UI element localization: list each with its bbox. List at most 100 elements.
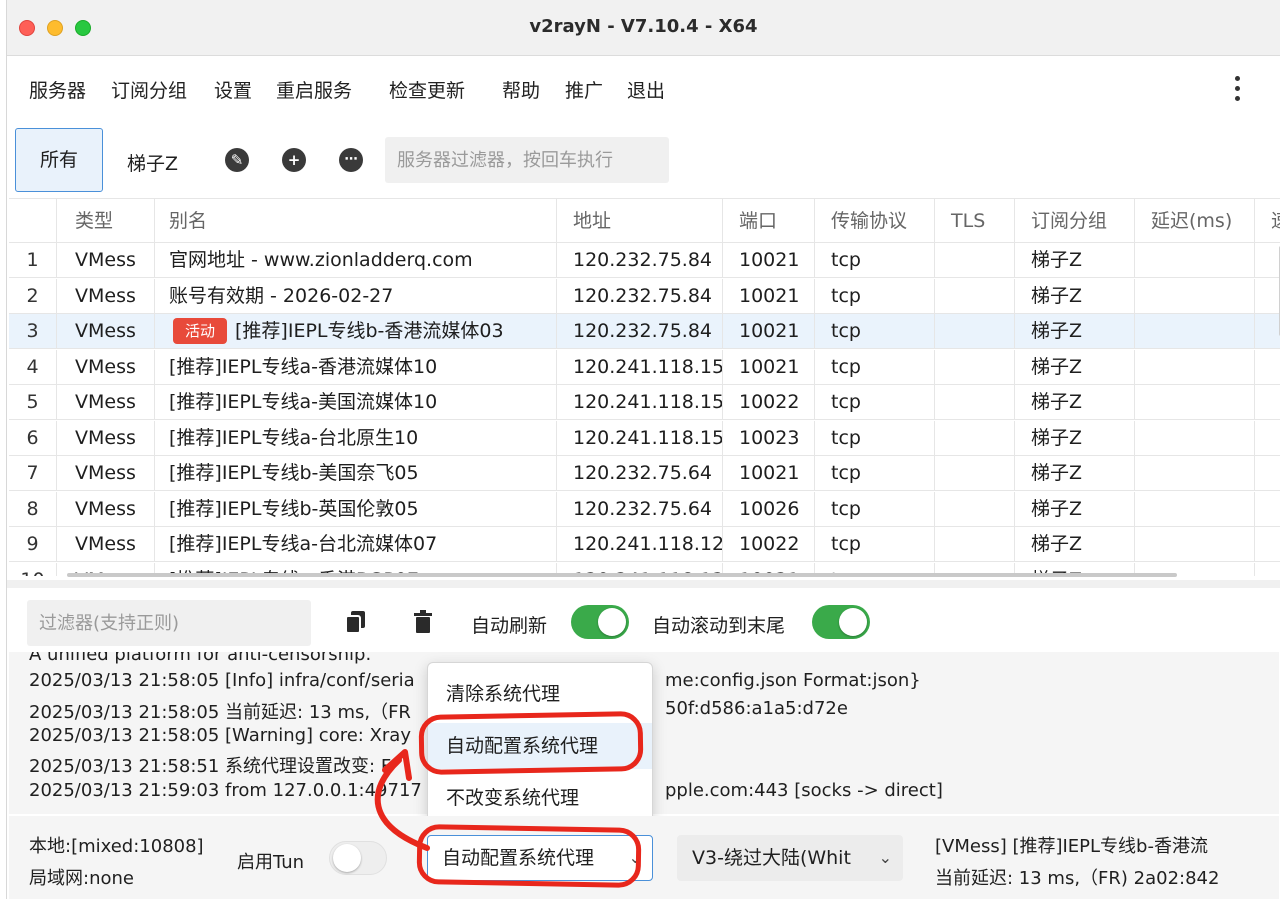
table-row[interactable]: 7 VMess [推荐]IEPL专线b-美国奈飞05 120.232.75.64 100… xyxy=(9,456,1280,491)
table-row[interactable]: 8 VMess [推荐]IEPL专线b-英国伦敦05 120.232.75.64 100… xyxy=(9,491,1280,527)
cell-speed xyxy=(1255,421,1280,455)
auto-refresh-switch[interactable] xyxy=(571,605,629,639)
edit-icon[interactable]: ✎ xyxy=(225,148,249,172)
current-latency-label: 当前延迟: 13 ms,（FR) 2a02:842 xyxy=(935,868,1220,889)
table-row[interactable]: 1 VMess 官网地址 - www.zionladderq.com 120.232.… xyxy=(9,243,1280,278)
more-icon[interactable]: ⋯ xyxy=(339,148,363,172)
window-title: v2rayN - V7.10.4 - X64 xyxy=(529,16,758,37)
cell-transport: tcp xyxy=(815,243,935,277)
table-row[interactable]: 5 VMess [推荐]IEPL专线a-美国流媒体10 120.241.118.15 1… xyxy=(9,385,1280,420)
menu-servers[interactable]: 服务器 xyxy=(29,76,86,103)
cell-alias: [推荐]IEPL专线a-台北原生10 xyxy=(155,420,557,455)
current-server-label: [VMess] [推荐]IEPL专线b-香港流 xyxy=(935,836,1208,857)
cell-alias: [推荐]IEPL专线a-美国流媒体10 xyxy=(155,385,557,419)
cell-transport: tcp xyxy=(815,385,935,419)
log-line: 2025/03/13 21:59:03 from 127.0.0.1:49717… xyxy=(29,780,439,801)
cell-type: VMess xyxy=(57,385,155,419)
cell-transport: tcp xyxy=(815,420,935,455)
cell-speed xyxy=(1255,314,1280,348)
cell-type: VMess xyxy=(57,278,155,313)
header-speed[interactable]: 速 xyxy=(1255,199,1280,242)
tab-all[interactable]: 所有 xyxy=(15,128,103,192)
table-row[interactable]: 6 VMess [推荐]IEPL专线a-台北原生10 120.241.118.15 10… xyxy=(9,420,1280,456)
cell-type: VMess xyxy=(57,527,155,561)
table-row[interactable]: 4 VMess [推荐]IEPL专线a-香港流媒体10 120.241.118.15 1… xyxy=(9,349,1280,385)
cell-speed xyxy=(1255,385,1280,419)
option-clear-system-proxy[interactable]: 清除系统代理 xyxy=(428,671,652,717)
cell-delay xyxy=(1135,456,1255,490)
menu-promotion[interactable]: 推广 xyxy=(565,76,603,103)
cell-port: 10021 xyxy=(723,456,815,490)
cell-transport: tcp xyxy=(815,456,935,490)
cell-alias: 账号有效期 - 2026-02-27 xyxy=(155,278,557,313)
routing-select[interactable]: V3-绕过大陆(Whit ⌄ xyxy=(677,835,903,881)
routing-value: V3-绕过大陆(Whit xyxy=(692,847,851,869)
cell-subscription: 梯子Z xyxy=(1015,385,1135,419)
header-subscription[interactable]: 订阅分组 xyxy=(1015,199,1135,242)
auto-scroll-switch[interactable] xyxy=(812,605,870,639)
cell-address: 120.241.118.15 xyxy=(557,420,723,455)
menu-subscription-group[interactable]: 订阅分组 xyxy=(111,76,187,103)
row-index: 3 xyxy=(9,314,57,348)
cell-tls xyxy=(935,314,1015,348)
cell-address: 120.232.75.64 xyxy=(557,456,723,490)
cell-delay xyxy=(1135,420,1255,455)
title-bar: v2rayN - V7.10.4 - X64 xyxy=(7,0,1280,56)
log-line: 2025/03/13 21:58:05 [Info] infra/conf/se… xyxy=(29,670,415,691)
cell-speed xyxy=(1255,243,1280,277)
cell-port: 10021 xyxy=(723,314,815,348)
more-options-icon[interactable] xyxy=(1233,74,1241,102)
active-badge: 活动 xyxy=(173,318,228,344)
cell-address: 120.232.75.84 xyxy=(557,278,723,313)
copy-icon[interactable] xyxy=(345,610,367,640)
header-port[interactable]: 端口 xyxy=(723,199,815,242)
menu-exit[interactable]: 退出 xyxy=(627,76,665,103)
tab-subscription[interactable]: 梯子Z xyxy=(127,149,178,176)
table-row[interactable]: 3 VMess 活动 [推荐]IEPL专线b-香港流媒体03 120.232.75.84… xyxy=(9,314,1280,349)
auto-refresh-label: 自动刷新 xyxy=(471,615,548,637)
add-icon[interactable]: + xyxy=(282,148,306,172)
menu-restart-service[interactable]: 重启服务 xyxy=(276,76,352,103)
log-line-tail: 50f:d586:a1a5:d72e xyxy=(665,698,848,719)
menu-help[interactable]: 帮助 xyxy=(502,76,540,103)
cell-type: VMess xyxy=(57,243,155,277)
cell-subscription: 梯子Z xyxy=(1015,243,1135,277)
cell-subscription: 梯子Z xyxy=(1015,420,1135,455)
cell-tls xyxy=(935,278,1015,313)
table-horizontal-scrollbar[interactable] xyxy=(67,573,1177,577)
cell-tls xyxy=(935,527,1015,561)
server-filter-input[interactable] xyxy=(385,137,669,183)
menu-settings[interactable]: 设置 xyxy=(214,76,252,103)
annotation-highlight-option xyxy=(418,711,644,775)
panel-splitter[interactable] xyxy=(7,580,1280,588)
header-transport[interactable]: 传输协议 xyxy=(815,199,935,242)
annotation-highlight-select xyxy=(416,824,642,888)
local-port-label: 本地:[mixed:10808] xyxy=(29,836,204,857)
header-tls[interactable]: TLS xyxy=(935,199,1015,242)
header-type[interactable]: 类型 xyxy=(57,199,155,242)
log-line: 2025/03/13 21:58:05 当前延迟: 13 ms,（FR xyxy=(29,702,411,723)
cell-address: 120.232.75.84 xyxy=(557,314,723,348)
cell-type: VMess xyxy=(57,314,155,348)
cell-delay xyxy=(1135,385,1255,419)
header-alias[interactable]: 别名 xyxy=(155,199,557,242)
table-row[interactable]: 9 VMess [推荐]IEPL专线a-台北流媒体07 120.241.118.12 1… xyxy=(9,527,1280,562)
header-address[interactable]: 地址 xyxy=(557,199,723,242)
cell-transport: tcp xyxy=(815,314,935,348)
header-delay[interactable]: 延迟(ms) xyxy=(1135,199,1255,242)
app-window: v2rayN - V7.10.4 - X64 服务器 订阅分组 设置 重启服务 … xyxy=(6,0,1280,899)
table-row[interactable]: 2 VMess 账号有效期 - 2026-02-27 120.232.75.84 100… xyxy=(9,278,1280,314)
row-index: 7 xyxy=(9,456,57,490)
tun-switch[interactable] xyxy=(329,841,387,875)
cell-port: 10021 xyxy=(723,349,815,384)
cell-port: 10022 xyxy=(723,527,815,561)
cell-address: 120.241.118.12 xyxy=(557,527,723,561)
trash-icon[interactable] xyxy=(413,610,433,640)
cell-port: 10023 xyxy=(723,420,815,455)
menu-check-update[interactable]: 检查更新 xyxy=(389,76,465,103)
option-keep-system-proxy[interactable]: 不改变系统代理 xyxy=(428,775,652,821)
cell-address: 120.232.75.84 xyxy=(557,243,723,277)
cell-type: VMess xyxy=(57,491,155,526)
server-table: 类型 别名 地址 端口 传输协议 TLS 订阅分组 延迟(ms) 速 1VMes… xyxy=(9,198,1280,576)
log-filter-input[interactable] xyxy=(27,600,311,646)
